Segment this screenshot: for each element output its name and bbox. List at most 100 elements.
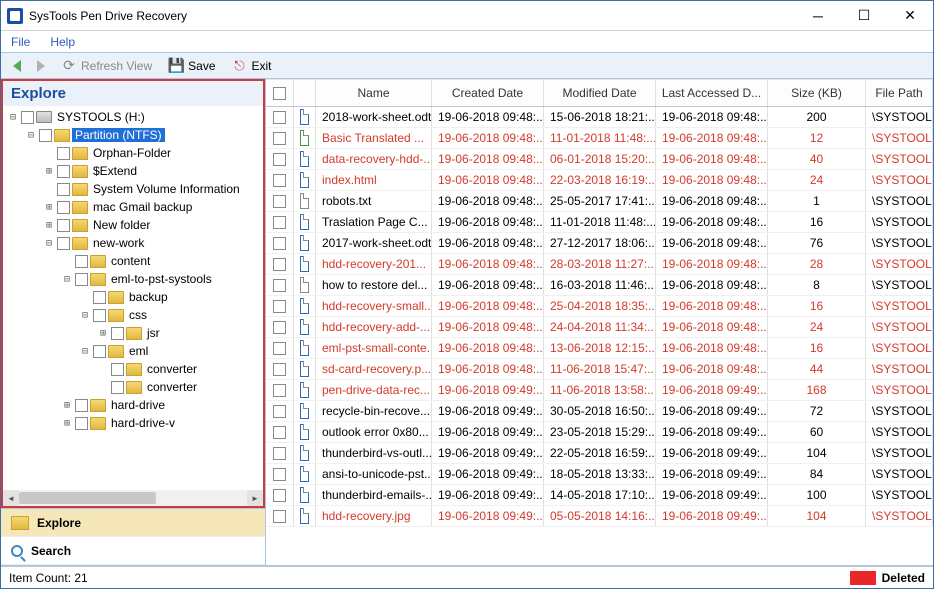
- tree-node-root[interactable]: SYSTOOLS (H:): [54, 110, 148, 124]
- row-checkbox[interactable]: [266, 506, 294, 526]
- tree-node[interactable]: backup: [126, 290, 171, 304]
- tree-checkbox[interactable]: [21, 111, 34, 124]
- row-checkbox[interactable]: [266, 107, 294, 127]
- row-checkbox[interactable]: [266, 485, 294, 505]
- scroll-thumb[interactable]: [19, 492, 156, 504]
- tree-horizontal-scrollbar[interactable]: ◄ ►: [3, 490, 263, 506]
- row-checkbox[interactable]: [266, 422, 294, 442]
- tree-checkbox[interactable]: [57, 201, 70, 214]
- file-row[interactable]: robots.txt19-06-2018 09:48:...25-05-2017…: [266, 191, 933, 212]
- row-checkbox[interactable]: [266, 443, 294, 463]
- file-row[interactable]: Traslation Page C...19-06-2018 09:48:...…: [266, 212, 933, 233]
- tree-node[interactable]: hard-drive: [108, 398, 168, 412]
- row-checkbox[interactable]: [266, 149, 294, 169]
- back-button[interactable]: [7, 58, 27, 74]
- tree-checkbox[interactable]: [39, 129, 52, 142]
- scroll-left-icon[interactable]: ◄: [3, 490, 19, 506]
- file-row[interactable]: how to restore del...19-06-2018 09:48:..…: [266, 275, 933, 296]
- row-checkbox[interactable]: [266, 170, 294, 190]
- folder-tree[interactable]: ⊟ SYSTOOLS (H:) ⊟ Partition (NTFS) Orphan-…: [3, 106, 263, 490]
- expand-icon[interactable]: ⊟: [7, 112, 19, 123]
- row-checkbox[interactable]: [266, 191, 294, 211]
- file-row[interactable]: thunderbird-emails-...19-06-2018 09:49:.…: [266, 485, 933, 506]
- tree-node-partition[interactable]: Partition (NTFS): [72, 128, 165, 142]
- file-row[interactable]: eml-pst-small-conte...19-06-2018 09:48:.…: [266, 338, 933, 359]
- tree-node[interactable]: eml: [126, 344, 151, 358]
- row-checkbox[interactable]: [266, 380, 294, 400]
- save-button[interactable]: 💾 Save: [162, 56, 221, 76]
- file-row[interactable]: hdd-recovery-add-...19-06-2018 09:48:...…: [266, 317, 933, 338]
- file-row[interactable]: 2017-work-sheet.odt19-06-2018 09:48:...2…: [266, 233, 933, 254]
- file-row[interactable]: ansi-to-unicode-pst...19-06-2018 09:49:.…: [266, 464, 933, 485]
- header-name[interactable]: Name: [316, 79, 432, 106]
- file-row[interactable]: data-recovery-hdd-...19-06-2018 09:48:..…: [266, 149, 933, 170]
- exit-button[interactable]: ⎋ Exit: [226, 56, 278, 76]
- tree-checkbox[interactable]: [111, 381, 124, 394]
- file-row[interactable]: hdd-recovery.jpg19-06-2018 09:49:...05-0…: [266, 506, 933, 527]
- tree-node[interactable]: jsr: [144, 326, 163, 340]
- row-checkbox[interactable]: [266, 296, 294, 316]
- header-size[interactable]: Size (KB): [768, 79, 866, 106]
- tree-checkbox[interactable]: [57, 183, 70, 196]
- row-checkbox[interactable]: [266, 464, 294, 484]
- expand-icon[interactable]: ⊟: [43, 238, 55, 249]
- row-checkbox[interactable]: [266, 401, 294, 421]
- file-row[interactable]: pen-drive-data-rec...19-06-2018 09:49:..…: [266, 380, 933, 401]
- header-path[interactable]: File Path: [866, 79, 933, 106]
- tree-checkbox[interactable]: [75, 417, 88, 430]
- header-modified[interactable]: Modified Date: [544, 79, 656, 106]
- tree-node[interactable]: hard-drive-v: [108, 416, 178, 430]
- tree-checkbox[interactable]: [93, 309, 106, 322]
- tree-checkbox[interactable]: [75, 399, 88, 412]
- expand-icon[interactable]: ⊞: [43, 166, 55, 177]
- expand-icon[interactable]: ⊞: [61, 418, 73, 429]
- expand-icon[interactable]: ⊞: [43, 220, 55, 231]
- nav-tab-explore[interactable]: Explore: [1, 509, 265, 537]
- file-row[interactable]: hdd-recovery-small...19-06-2018 09:48:..…: [266, 296, 933, 317]
- tree-node[interactable]: Orphan-Folder: [90, 146, 174, 160]
- row-checkbox[interactable]: [266, 233, 294, 253]
- file-row[interactable]: recycle-bin-recove...19-06-2018 09:49:..…: [266, 401, 933, 422]
- tree-node[interactable]: content: [108, 254, 153, 268]
- scroll-right-icon[interactable]: ►: [247, 490, 263, 506]
- file-row[interactable]: sd-card-recovery.p...19-06-2018 09:48:..…: [266, 359, 933, 380]
- expand-icon[interactable]: ⊟: [79, 310, 91, 321]
- minimize-button[interactable]: ─: [795, 1, 841, 30]
- tree-checkbox[interactable]: [57, 165, 70, 178]
- file-row[interactable]: Basic Translated ...19-06-2018 09:48:...…: [266, 128, 933, 149]
- maximize-button[interactable]: ☐: [841, 1, 887, 30]
- row-checkbox[interactable]: [266, 275, 294, 295]
- row-checkbox[interactable]: [266, 317, 294, 337]
- tree-node[interactable]: eml-to-pst-systools: [108, 272, 215, 286]
- tree-node[interactable]: css: [126, 308, 150, 322]
- row-checkbox[interactable]: [266, 212, 294, 232]
- tree-node[interactable]: System Volume Information: [90, 182, 243, 196]
- nav-tab-search[interactable]: Search: [1, 537, 265, 565]
- grid-body[interactable]: 2018-work-sheet.odt19-06-2018 09:48:...1…: [266, 107, 933, 565]
- tree-checkbox[interactable]: [57, 219, 70, 232]
- header-created[interactable]: Created Date: [432, 79, 544, 106]
- tree-checkbox[interactable]: [57, 147, 70, 160]
- expand-icon[interactable]: ⊞: [43, 202, 55, 213]
- row-checkbox[interactable]: [266, 128, 294, 148]
- tree-node[interactable]: converter: [144, 380, 200, 394]
- tree-node[interactable]: mac Gmail backup: [90, 200, 195, 214]
- tree-node[interactable]: New folder: [90, 218, 153, 232]
- file-row[interactable]: index.html19-06-2018 09:48:...22-03-2018…: [266, 170, 933, 191]
- row-checkbox[interactable]: [266, 359, 294, 379]
- refresh-button[interactable]: ⟳ Refresh View: [55, 56, 158, 76]
- forward-button[interactable]: [31, 58, 51, 74]
- header-accessed[interactable]: Last Accessed D...: [656, 79, 768, 106]
- row-checkbox[interactable]: [266, 338, 294, 358]
- tree-node[interactable]: converter: [144, 362, 200, 376]
- file-row[interactable]: 2018-work-sheet.odt19-06-2018 09:48:...1…: [266, 107, 933, 128]
- file-row[interactable]: thunderbird-vs-outl...19-06-2018 09:49:.…: [266, 443, 933, 464]
- expand-icon[interactable]: ⊟: [25, 130, 37, 141]
- expand-icon[interactable]: ⊟: [61, 274, 73, 285]
- tree-checkbox[interactable]: [111, 327, 124, 340]
- expand-icon[interactable]: ⊞: [61, 400, 73, 411]
- header-checkbox[interactable]: [266, 79, 294, 106]
- file-row[interactable]: hdd-recovery-201...19-06-2018 09:48:...2…: [266, 254, 933, 275]
- tree-checkbox[interactable]: [93, 291, 106, 304]
- tree-checkbox[interactable]: [75, 273, 88, 286]
